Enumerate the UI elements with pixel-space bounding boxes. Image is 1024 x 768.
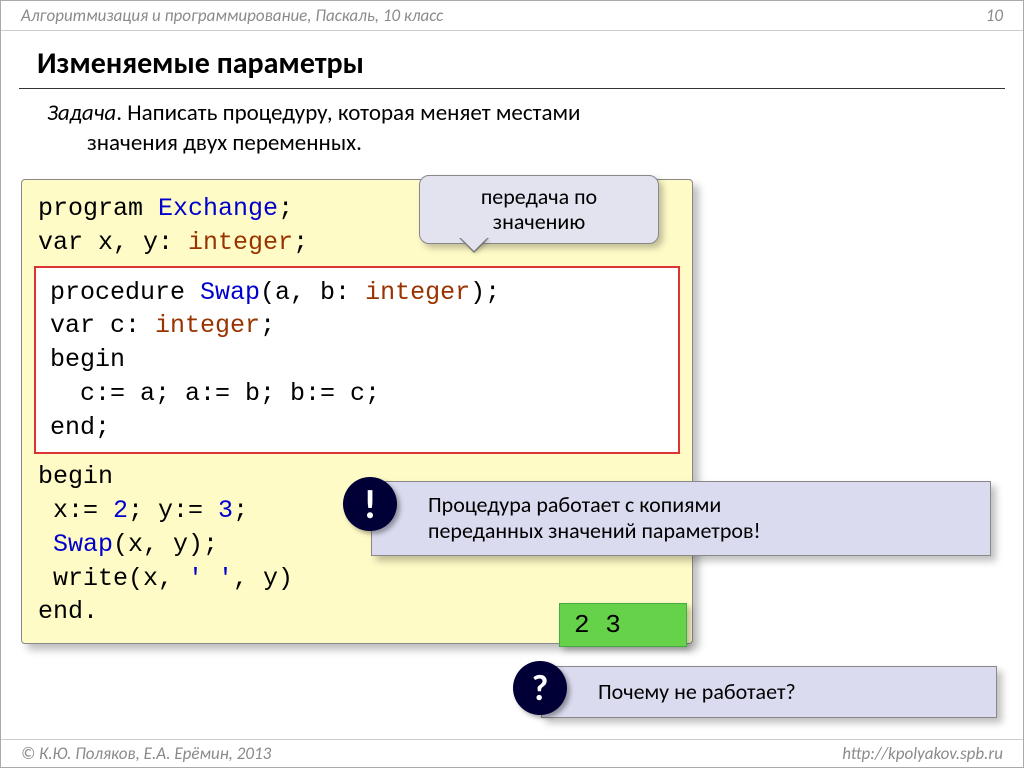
code-line: var c: integer; <box>50 309 664 343</box>
code-line: end; <box>50 411 664 445</box>
bubble-line: значению <box>434 209 644 234</box>
task-label: Задача <box>47 99 116 127</box>
bubble-line: передача по <box>434 184 644 209</box>
procedure-highlight: procedure Swap(a, b: integer); var c: in… <box>34 266 680 455</box>
output-box: 2 3 <box>559 603 687 647</box>
footer-url: http://kpolyakov.spb.ru <box>842 743 1003 764</box>
callout-bubble: передача по значению <box>419 175 659 244</box>
note-line: переданных значений параметров! <box>428 518 976 544</box>
note-line: Процедура работает с копиями <box>428 492 976 518</box>
code-line: c:= a; a:= b; b:= c; <box>50 377 664 411</box>
breadcrumb: Алгоритмизация и программирование, Паска… <box>21 5 443 26</box>
code-line: write(x, ' ', y) <box>38 562 676 596</box>
task-text: Задача. Написать процедуру, которая меня… <box>1 99 1023 159</box>
exclamation-icon: ! <box>343 477 397 531</box>
note-important: Процедура работает с копиями переданных … <box>371 481 991 556</box>
code-line: begin <box>50 343 664 377</box>
header-bar: Алгоритмизация и программирование, Паска… <box>1 1 1023 31</box>
code-line: procedure Swap(a, b: integer); <box>50 276 664 310</box>
code-block: program Exchange; var x, y: integer; pro… <box>21 179 693 644</box>
page-number: 10 <box>986 5 1003 26</box>
question-icon: ? <box>513 661 567 715</box>
page-title: Изменяемые параметры <box>1 31 1023 88</box>
task-line1: . Написать процедуру, которая меняет мес… <box>116 99 580 127</box>
title-divider <box>19 88 1005 89</box>
footer-copyright: © К.Ю. Поляков, Е.А. Ерёмин, 2013 <box>21 743 271 764</box>
footer-bar: © К.Ю. Поляков, Е.А. Ерёмин, 2013 http:/… <box>1 739 1023 767</box>
note-question: Почему не работает? <box>541 666 997 718</box>
slide: Алгоритмизация и программирование, Паска… <box>0 0 1024 768</box>
note-line: Почему не работает? <box>598 679 982 705</box>
task-line2: значения двух переменных. <box>47 129 987 159</box>
